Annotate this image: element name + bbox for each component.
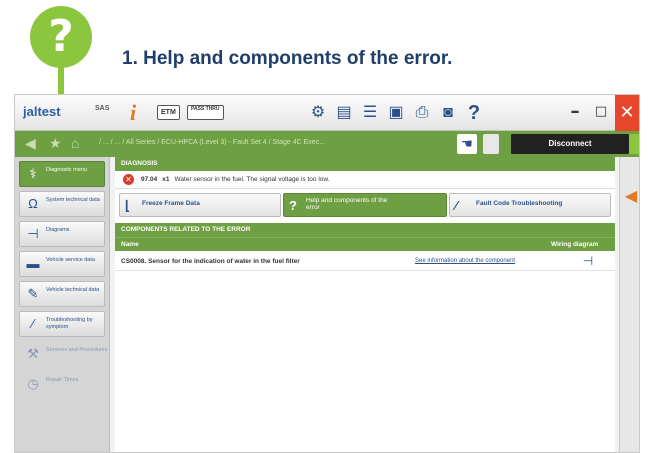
list-icon[interactable]: ☰	[359, 103, 381, 123]
folder-icon[interactable]: ▣	[385, 103, 407, 123]
home-icon[interactable]: ⌂	[71, 135, 79, 151]
app-window: jaltest SAS i ETM PASS THRU ⚙ ▤ ☰ ▣ ⎙ ◙ …	[14, 94, 640, 453]
right-sidebar: ◀	[619, 157, 639, 452]
favorite-star-icon[interactable]: ★	[49, 135, 62, 152]
sidebar-item-vehicle-technical-data[interactable]: ✎ Vehicle technical data	[19, 281, 105, 307]
ohm-icon: Ω	[28, 196, 38, 211]
tab-fault-code-troubleshooting[interactable]: ⁄ Fault Code Troubleshooting	[449, 193, 611, 217]
sidebar-item-label: Diagnostic menu	[46, 167, 87, 173]
sidebar-item-repair-times: ◷ Repair Times	[19, 371, 105, 397]
back-arrow-icon[interactable]: ◀	[25, 135, 36, 152]
title-bar: jaltest SAS i ETM PASS THRU ⚙ ▤ ☰ ▣ ⎙ ◙ …	[15, 95, 639, 131]
camera-icon[interactable]: ◙	[437, 103, 459, 123]
vehicle-icon: ▬	[26, 256, 40, 271]
error-description: 97.04 x1 Water sensor in the fuel. The sig…	[141, 176, 330, 183]
column-name: Name	[121, 241, 139, 248]
sidebar-item-label: Services and Procedures	[46, 347, 108, 353]
navigation-bar: ◀ ★ ⌂ / ... / ... / All Series / ECU-HPC…	[15, 131, 639, 157]
help-badge: ?	[30, 6, 92, 68]
app-logo: jaltest	[23, 104, 61, 119]
close-icon[interactable]: ✕	[615, 95, 639, 131]
annotation-caption: 1. Help and components of the error.	[122, 48, 453, 69]
help-badge-stem	[58, 66, 64, 94]
tab-label: Help and components of the error	[306, 197, 388, 211]
freeze-frame-icon: ⌊	[125, 198, 131, 213]
disconnect-button[interactable]: Disconnect	[511, 134, 629, 154]
clock-icon: ◷	[27, 376, 39, 391]
sidebar-item-label: Troubleshooting by symptom	[46, 317, 93, 330]
column-wiring-diagram: Wiring diagram	[551, 241, 599, 248]
sidebar-item-label: Diagrams	[46, 227, 70, 233]
maximize-icon[interactable]: □	[589, 101, 613, 125]
toolbar-box-1[interactable]: ETM	[157, 105, 180, 120]
main-panel: DIAGNOSIS ✕ 97.04 x1 Water sensor in the f…	[115, 157, 615, 452]
info-icon[interactable]: i	[130, 100, 136, 126]
print-icon[interactable]: ⎙	[411, 103, 433, 123]
troubleshoot-icon: ⁄	[31, 316, 35, 331]
sidebar-item-diagrams[interactable]: ⊣ Diagrams	[19, 221, 105, 247]
tab-strip: ⌊ Freeze Frame Data ? Help and component…	[115, 193, 615, 219]
sidebar-item-vehicle-service-data[interactable]: ▬ Vehicle service data	[19, 251, 105, 277]
error-row[interactable]: ✕ 97.04 x1 Water sensor in the fuel. The s…	[115, 171, 615, 189]
tab-label: Freeze Frame Data	[142, 200, 200, 207]
minimize-icon[interactable]: –	[563, 101, 587, 125]
settings-gear-icon[interactable]: ⚙	[307, 103, 329, 123]
pointer-hand-icon[interactable]: ☚	[457, 134, 477, 154]
help-icon: ?	[289, 198, 297, 213]
back-arrow-icon[interactable]: ◀	[622, 187, 639, 205]
sidebar-item-label: System technical data	[46, 197, 100, 203]
help-icon[interactable]: ?	[463, 103, 485, 123]
sidebar: ⚕ Diagnostic menu Ω System technical dat…	[15, 157, 110, 452]
toolbar-item-label[interactable]: SAS	[95, 105, 109, 112]
wiring-diagram-icon[interactable]: ⊣	[579, 253, 597, 269]
breadcrumb: / ... / ... / All Series / ECU-HPCA (Lev…	[99, 139, 326, 146]
sidebar-item-label: Vehicle service data	[46, 257, 95, 263]
notes-button[interactable]	[483, 134, 499, 154]
sidebar-item-troubleshooting[interactable]: ⁄ Troubleshooting by symptom	[19, 311, 105, 337]
troubleshoot-icon: ⁄	[455, 198, 458, 213]
table-row[interactable]: CS0008. Sensor for the indication of wat…	[115, 251, 615, 271]
tab-label: Fault Code Troubleshooting	[476, 200, 563, 207]
error-x-icon: ✕	[123, 174, 134, 185]
component-info-link[interactable]: See information about the component	[415, 258, 515, 264]
section-title: DIAGNOSIS	[115, 157, 615, 171]
tab-freeze-frame-data[interactable]: ⌊ Freeze Frame Data	[119, 193, 281, 217]
sidebar-item-label: Vehicle technical data	[46, 287, 100, 293]
components-table-header: Name Wiring diagram	[115, 237, 615, 251]
error-count: x1	[162, 176, 170, 183]
sidebar-item-label: Repair Times	[46, 377, 79, 383]
components-title: COMPONENTS RELATED TO THE ERROR	[115, 223, 615, 237]
sidebar-item-system-technical-data[interactable]: Ω System technical data	[19, 191, 105, 217]
service-icon: ⚒	[27, 346, 39, 361]
error-text: Water sensor in the fuel. The signal vol…	[174, 176, 330, 183]
stethoscope-icon: ⚕	[29, 166, 37, 181]
error-code: 97.04	[141, 176, 158, 183]
wiring-icon: ⊣	[27, 226, 39, 241]
nav-end-handle[interactable]	[629, 134, 639, 154]
document-icon[interactable]: ▤	[333, 103, 355, 123]
tab-help-and-components[interactable]: ? Help and components of the error	[283, 193, 447, 217]
component-name: CS0008. Sensor for the indication of wat…	[121, 258, 300, 265]
sidebar-item-services: ⚒ Services and Procedures	[19, 341, 108, 367]
toolbar-box-2[interactable]: PASS THRU	[187, 105, 224, 120]
sidebar-item-diagnostic-menu[interactable]: ⚕ Diagnostic menu	[19, 161, 105, 187]
tools-icon: ✎	[27, 286, 39, 301]
